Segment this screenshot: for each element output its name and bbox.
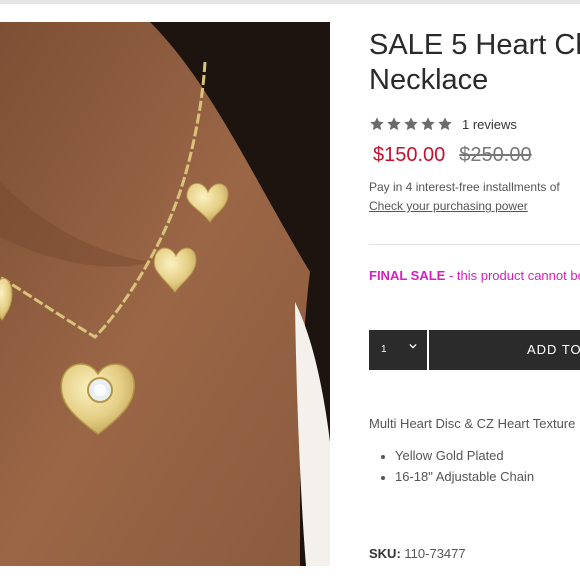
product-description: Multi Heart Disc & CZ Heart Texture [369,416,576,431]
add-to-cart-button[interactable]: ADD TO CART [429,330,580,370]
final-sale-label: FINAL SALE [369,268,446,283]
list-item: Yellow Gold Plated [381,448,534,469]
star-icon [370,117,384,131]
necklace-photo [0,22,330,566]
rating[interactable]: 1 reviews [369,116,517,132]
product-image[interactable] [0,22,330,566]
star-icon [387,117,401,131]
chevron-down-icon [409,343,417,349]
product-title-line1: SALE 5 Heart Charm [369,29,580,61]
original-price: $250.00 [459,144,532,166]
check-purchasing-power-link[interactable]: Check your purchasing power [369,199,528,213]
final-sale-notice: FINAL SALE - this product cannot be retu… [369,268,580,283]
product-details: SALE 5 Heart Charm Necklace 1 reviews $1… [369,28,580,580]
star-icon [438,117,452,131]
product-title-line2: Necklace [369,64,489,96]
divider [369,244,580,245]
price-block: $150.00 $250.00 [373,144,532,167]
star-icon [421,117,435,131]
quantity-value: 1 [381,344,387,355]
sku-value: 110-73477 [404,546,466,561]
installments-text: Pay in 4 interest-free installments of [369,180,560,194]
list-item: 16-18" Adjustable Chain [381,469,534,490]
star-icon [404,117,418,131]
star-rating [369,116,453,132]
top-border [0,0,580,4]
product-title: SALE 5 Heart Charm Necklace [369,28,580,98]
feature-list: Yellow Gold Plated 16-18" Adjustable Cha… [381,448,534,490]
reviews-count[interactable]: 1 reviews [462,117,517,132]
sku: SKU: 110-73477 [369,546,466,561]
sku-label: SKU: [369,546,401,561]
quantity-select[interactable]: 1 [369,330,427,370]
sale-price: $150.00 [373,144,446,166]
final-sale-text: - this product cannot be returned [448,268,580,283]
